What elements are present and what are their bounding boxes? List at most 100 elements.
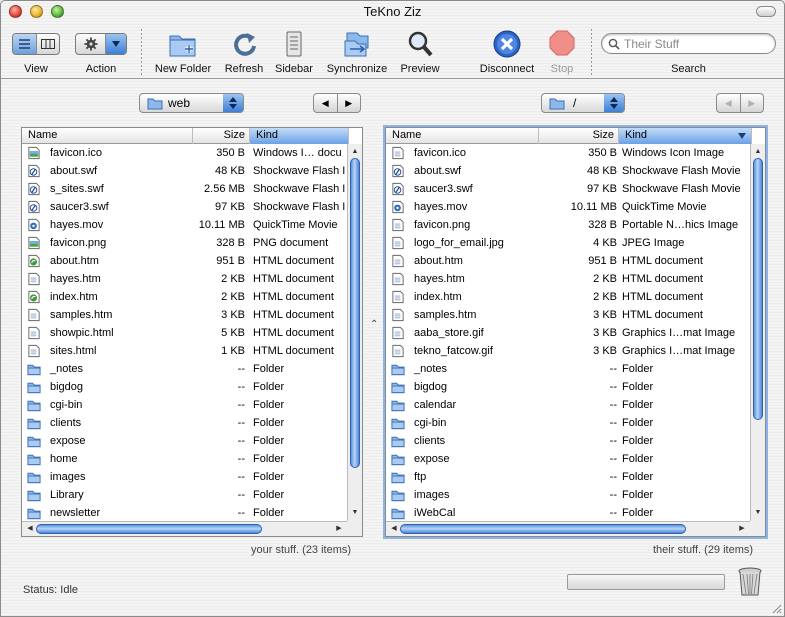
kind-column-header[interactable]: Kind [619,128,752,144]
refresh-button[interactable]: Refresh [221,27,267,75]
action-menu-button[interactable] [75,33,127,55]
file-size: 3 KB [593,327,617,339]
view-segmented-control[interactable] [12,33,60,55]
table-row[interactable]: showpic.html 5 KB HTML document [22,324,347,342]
file-kind: PNG document [253,237,329,249]
scroll-down-arrow-icon[interactable]: ▼ [349,507,361,519]
table-row[interactable]: index.htm 2 KB HTML document [22,288,347,306]
table-row[interactable]: favicon.ico 350 B Windows Icon Image [386,144,750,162]
minimize-window-button[interactable] [30,5,43,18]
table-row[interactable]: Library -- Folder [22,486,347,504]
table-row[interactable]: hayes.mov 10.11 MB QuickTime Movie [386,198,750,216]
scroll-up-arrow-icon[interactable]: ▲ [752,146,764,158]
table-row[interactable]: about.htm 951 B HTML document [386,252,750,270]
local-horizontal-scrollbar[interactable]: ◀ ▶ [22,521,347,536]
close-window-button[interactable] [9,5,22,18]
table-row[interactable]: images -- Folder [22,468,347,486]
table-row[interactable]: hayes.mov 10.11 MB QuickTime Movie [22,216,347,234]
file-name: hayes.htm [414,273,465,285]
table-row[interactable]: calendar -- Folder [386,396,750,414]
scroll-right-arrow-icon[interactable]: ▶ [736,523,748,535]
search-field[interactable] [601,33,776,54]
table-row[interactable]: saucer3.swf 97 KB Shockwave Flash Movie [386,180,750,198]
sidebar-button[interactable]: Sidebar [271,27,317,75]
kind-column-header[interactable]: Kind [250,128,349,144]
forward-arrow-icon[interactable]: ▶ [336,94,361,112]
table-row[interactable]: samples.htm 3 KB HTML document [386,306,750,324]
back-arrow-icon[interactable]: ◀ [314,94,337,112]
forward-arrow-icon[interactable]: ▶ [739,94,764,112]
name-column-header[interactable]: Name [386,128,539,144]
remote-vertical-scrollbar[interactable]: ▲ ▼ [750,144,765,521]
table-row[interactable]: favicon.ico 350 B Windows I… docu [22,144,347,162]
scroll-left-arrow-icon[interactable]: ◀ [24,523,36,535]
file-size: 3 KB [593,345,617,357]
local-vertical-scrollbar[interactable]: ▲ ▼ [347,144,362,521]
table-row[interactable]: sites.html 1 KB HTML document [22,342,347,360]
scroll-down-arrow-icon[interactable]: ▼ [752,507,764,519]
search-input[interactable] [624,36,764,51]
folder-icon [391,436,405,448]
table-row[interactable]: expose -- Folder [22,432,347,450]
size-column-header[interactable]: Size [193,128,250,144]
table-row[interactable]: favicon.png 328 B PNG document [22,234,347,252]
synchronize-button[interactable]: Synchronize [321,27,393,75]
disconnect-button[interactable]: Disconnect [475,27,539,75]
table-row[interactable]: _notes -- Folder [22,360,347,378]
table-row[interactable]: bigdog -- Folder [386,378,750,396]
table-row[interactable]: about.swf 48 KB Shockwave Flash I [22,162,347,180]
local-horizontal-scroll-thumb[interactable] [36,524,262,534]
table-row[interactable]: bigdog -- Folder [22,378,347,396]
remote-horizontal-scroll-thumb[interactable] [400,524,686,534]
scroll-left-arrow-icon[interactable]: ◀ [388,523,400,535]
table-row[interactable]: samples.htm 3 KB HTML document [22,306,347,324]
resize-grip-icon[interactable] [770,602,782,614]
table-row[interactable]: clients -- Folder [386,432,750,450]
remote-vertical-scroll-thumb[interactable] [753,158,763,420]
table-row[interactable]: logo_for_email.jpg 4 KB JPEG Image [386,234,750,252]
table-row[interactable]: cgi-bin -- Folder [386,414,750,432]
table-row[interactable]: saucer3.swf 97 KB Shockwave Flash I [22,198,347,216]
table-row[interactable]: cgi-bin -- Folder [22,396,347,414]
local-path-popup[interactable]: web [139,93,244,113]
table-row[interactable]: favicon.png 328 B Portable N…hics Image [386,216,750,234]
zoom-window-button[interactable] [51,5,64,18]
table-row[interactable]: s_sites.swf 2.56 MB Shockwave Flash I [22,180,347,198]
toolbar-toggle-button[interactable] [756,6,776,17]
table-row[interactable]: newsletter -- Folder [22,504,347,521]
file-name: clients [414,435,446,447]
table-row[interactable]: hayes.htm 2 KB HTML document [22,270,347,288]
list-view-button[interactable] [13,34,36,54]
size-column-header[interactable]: Size [539,128,619,144]
table-row[interactable]: home -- Folder [22,450,347,468]
table-row[interactable]: aaba_store.gif 3 KB Graphics I…mat Image [386,324,750,342]
table-row[interactable]: expose -- Folder [386,450,750,468]
table-row[interactable]: iWebCal -- Folder [386,504,750,521]
local-vertical-scroll-thumb[interactable] [350,158,360,468]
table-row[interactable]: _notes -- Folder [386,360,750,378]
list-view-icon [19,39,30,49]
table-row[interactable]: index.htm 2 KB HTML document [386,288,750,306]
new-folder-button[interactable]: New Folder [151,27,215,75]
table-row[interactable]: about.htm 951 B HTML document [22,252,347,270]
preview-button[interactable]: Preview [397,27,443,75]
stop-icon [549,30,575,56]
table-row[interactable]: tekno_fatcow.gif 3 KB Graphics I…mat Image [386,342,750,360]
stop-button[interactable]: Stop [541,27,583,75]
table-row[interactable]: images -- Folder [386,486,750,504]
back-arrow-icon[interactable]: ◀ [717,94,740,112]
name-column-header[interactable]: Name [22,128,193,144]
scroll-right-arrow-icon[interactable]: ▶ [333,523,345,535]
scroll-corner [750,521,765,536]
scroll-up-arrow-icon[interactable]: ▲ [349,146,361,158]
table-row[interactable]: ftp -- Folder [386,468,750,486]
trash-icon[interactable] [737,567,763,597]
toolbar-separator [141,29,142,75]
table-row[interactable]: clients -- Folder [22,414,347,432]
remote-horizontal-scrollbar[interactable]: ◀ ▶ [386,521,750,536]
splitter-handle-icon[interactable]: ⌃ [370,319,378,330]
table-row[interactable]: about.swf 48 KB Shockwave Flash Movie [386,162,750,180]
table-row[interactable]: hayes.htm 2 KB HTML document [386,270,750,288]
column-view-button[interactable] [36,34,59,54]
remote-path-popup[interactable]: / [541,93,625,113]
